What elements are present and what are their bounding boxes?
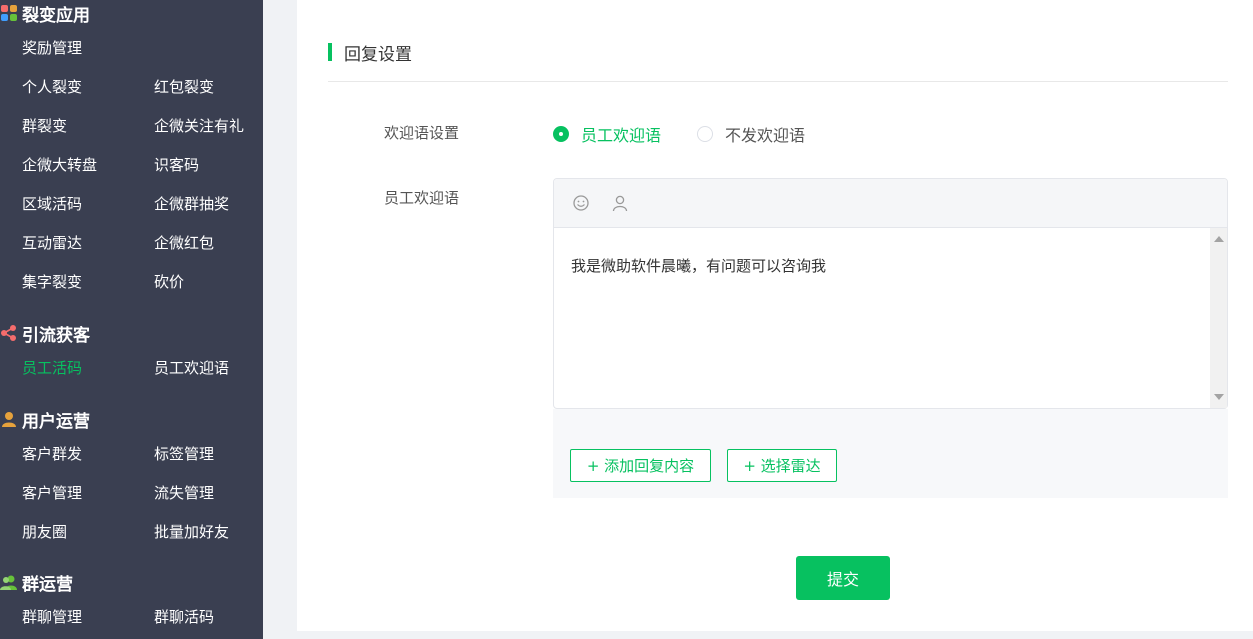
message-editor: 我是微助软件晨曦，有问题可以咨询我 bbox=[553, 178, 1228, 409]
sidebar-item-wecom-follow-gift[interactable]: 企微关注有礼 bbox=[154, 115, 244, 137]
radio-circle-checked bbox=[553, 126, 569, 142]
scroll-up-icon[interactable] bbox=[1214, 236, 1224, 242]
sidebar-item-customer-management[interactable]: 客户管理 bbox=[22, 482, 82, 504]
section-title-text: 用户运营 bbox=[22, 411, 90, 432]
sidebar-item-wecom-redpacket[interactable]: 企微红包 bbox=[154, 232, 214, 254]
sidebar-item-wecom-group-lottery[interactable]: 企微群抽奖 bbox=[154, 193, 229, 215]
scroll-down-icon[interactable] bbox=[1214, 394, 1224, 400]
staff-welcome-label: 员工欢迎语 bbox=[384, 189, 460, 207]
sidebar-item-region-code[interactable]: 区域活码 bbox=[22, 193, 82, 215]
smiley-icon[interactable] bbox=[572, 194, 590, 212]
sidebar-item-reward-management[interactable]: 奖励管理 bbox=[22, 37, 82, 59]
user-icon[interactable] bbox=[611, 194, 629, 212]
section-header: 回复设置 bbox=[328, 40, 412, 65]
section-title-text: 裂变应用 bbox=[22, 5, 90, 26]
radio-staff-welcome[interactable]: 员工欢迎语 bbox=[553, 122, 661, 146]
section-title-text: 群运营 bbox=[22, 574, 73, 595]
welcome-setting-label: 欢迎语设置 bbox=[384, 124, 460, 142]
radio-no-welcome[interactable]: 不发欢迎语 bbox=[697, 122, 805, 146]
add-reply-button[interactable]: + 添加回复内容 bbox=[570, 449, 711, 482]
radio-circle bbox=[697, 126, 713, 142]
radio-label: 不发欢迎语 bbox=[725, 126, 806, 145]
sidebar-item-personal-fission[interactable]: 个人裂变 bbox=[22, 76, 82, 98]
sidebar-item-moments[interactable]: 朋友圈 bbox=[22, 521, 67, 543]
section-title-fission: 裂变应用 bbox=[0, 1, 90, 26]
sidebar-item-wecom-wheel[interactable]: 企微大转盘 bbox=[22, 154, 97, 176]
sidebar-item-customer-code[interactable]: 识客码 bbox=[154, 154, 199, 176]
submit-button[interactable]: 提交 bbox=[796, 556, 890, 600]
sidebar-item-group-fission[interactable]: 群裂变 bbox=[22, 115, 67, 137]
sidebar-item-bargain[interactable]: 砍价 bbox=[154, 271, 184, 293]
sidebar-item-group-chat-management[interactable]: 群聊管理 bbox=[22, 606, 82, 628]
section-title-user-ops: 用户运营 bbox=[0, 407, 90, 432]
select-radar-button[interactable]: + 选择雷达 bbox=[727, 449, 837, 482]
radio-label: 员工欢迎语 bbox=[581, 126, 662, 145]
add-reply-area: + 添加回复内容 + 选择雷达 bbox=[553, 409, 1228, 498]
section-title-acquisition: 引流获客 bbox=[0, 321, 90, 346]
sidebar-item-customer-broadcast[interactable]: 客户群发 bbox=[22, 443, 82, 465]
sidebar-item-group-chat-code[interactable]: 群聊活码 bbox=[154, 606, 214, 628]
sidebar-item-redpacket-fission[interactable]: 红包裂变 bbox=[154, 76, 214, 98]
section-accent-bar bbox=[328, 43, 332, 61]
sidebar-item-bulk-add-friends[interactable]: 批量加好友 bbox=[154, 521, 229, 543]
message-content[interactable]: 我是微助软件晨曦，有问题可以咨询我 bbox=[571, 255, 826, 276]
sidebar-item-churn-management[interactable]: 流失管理 bbox=[154, 482, 214, 504]
sidebar-item-staff-code[interactable]: 员工活码 bbox=[22, 357, 82, 379]
editor-scrollbar[interactable] bbox=[1210, 228, 1227, 408]
sidebar-item-word-collect[interactable]: 集字裂变 bbox=[22, 271, 82, 293]
editor-toolbar bbox=[554, 179, 1227, 228]
group-icon bbox=[0, 573, 18, 591]
sidebar-item-interactive-radar[interactable]: 互动雷达 bbox=[22, 232, 82, 254]
apps-icon bbox=[0, 4, 18, 22]
section-title-text: 引流获客 bbox=[22, 325, 90, 346]
share-nodes-icon bbox=[0, 324, 18, 342]
sidebar-item-tag-management[interactable]: 标签管理 bbox=[154, 443, 214, 465]
section-title: 回复设置 bbox=[344, 44, 412, 65]
section-title-group-ops: 群运营 bbox=[0, 570, 73, 595]
section-divider bbox=[328, 81, 1228, 82]
sidebar: 裂变应用 奖励管理 个人裂变 红包裂变 群裂变 企微关注有礼 企微大转盘 识客码… bbox=[0, 0, 263, 639]
user-icon bbox=[0, 410, 18, 428]
sidebar-item-staff-welcome[interactable]: 员工欢迎语 bbox=[154, 357, 229, 379]
